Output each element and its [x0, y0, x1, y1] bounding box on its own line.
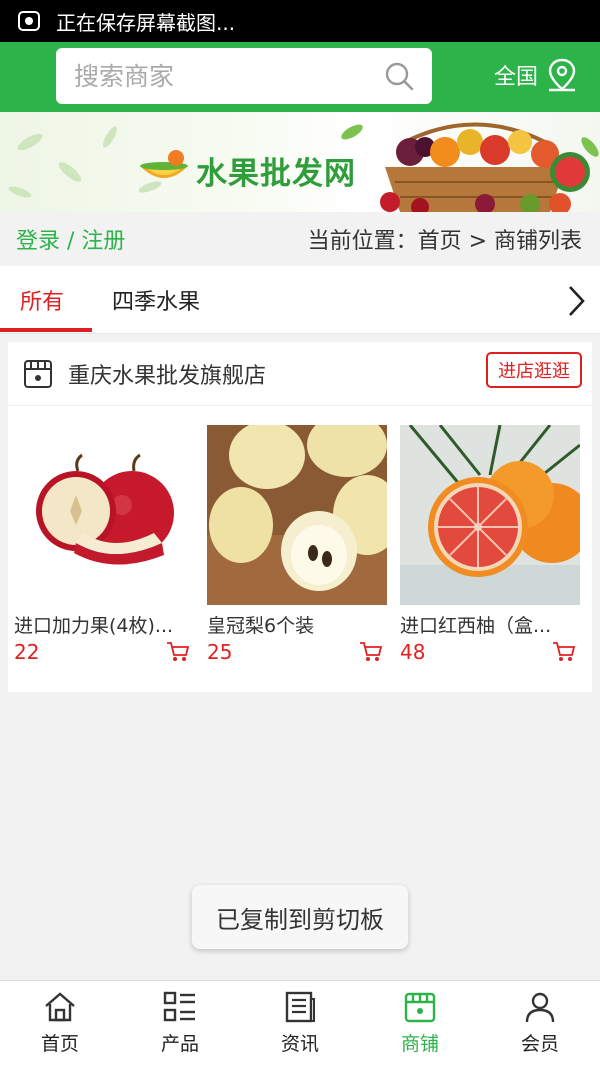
nav-member[interactable]: 会员 — [480, 981, 600, 1067]
cart-icon[interactable] — [552, 641, 576, 663]
app-header: 全国 — [0, 42, 600, 112]
shop-card: 重庆水果批发旗舰店 进店逛逛 进口加力果(4枚)... 22 皇冠梨6个装 25… — [8, 342, 592, 692]
grapefruit-image — [400, 425, 580, 605]
pear-image — [207, 425, 387, 605]
visit-shop-button[interactable]: 进店逛逛 — [486, 352, 582, 388]
product-item[interactable]: 进口红西柚（盒... 48 — [400, 425, 580, 664]
tab-all[interactable]: 所有 — [20, 284, 64, 316]
nav-home-label: 首页 — [40, 1033, 79, 1055]
region-selector[interactable]: 全国 — [494, 58, 578, 92]
product-item[interactable]: 皇冠梨6个装 25 — [207, 425, 387, 664]
news-icon — [285, 991, 315, 1023]
search-box[interactable] — [56, 48, 432, 104]
nav-products-label: 产品 — [160, 1033, 199, 1055]
fruit-basket-image — [380, 122, 590, 212]
breadcrumb-bar: 登录 / 注册 当前位置：首页 > 商铺列表 — [0, 212, 600, 266]
cart-icon[interactable] — [166, 641, 190, 663]
nav-home[interactable]: 首页 — [0, 981, 120, 1067]
product-image[interactable] — [400, 425, 580, 605]
location-pin-icon — [548, 58, 576, 92]
bottom-nav: 首页 产品 资讯 商铺 会员 — [0, 980, 600, 1067]
chevron-right-icon[interactable] — [566, 284, 586, 318]
logo-icon — [140, 150, 188, 178]
shop-header[interactable]: 重庆水果批发旗舰店 进店逛逛 — [8, 342, 592, 406]
product-name: 皇冠梨6个装 — [207, 615, 315, 637]
cart-icon[interactable] — [359, 641, 383, 663]
store-icon — [24, 359, 52, 388]
nav-news[interactable]: 资讯 — [240, 981, 360, 1067]
product-list-icon — [163, 991, 195, 1022]
status-bar: 正在保存屏幕截图... — [0, 0, 600, 42]
apple-image — [14, 425, 194, 605]
screenshot-icon — [18, 11, 40, 31]
active-tab-indicator — [0, 328, 92, 332]
shop-icon — [404, 992, 436, 1023]
product-image[interactable] — [207, 425, 387, 605]
product-name: 进口加力果(4枚)... — [14, 615, 174, 637]
search-input[interactable] — [74, 61, 364, 91]
region-label: 全国 — [494, 65, 539, 90]
user-icon — [525, 992, 555, 1023]
tab-seasonal-fruit[interactable]: 四季水果 — [112, 284, 200, 316]
breadcrumb: 当前位置：首页 > 商铺列表 — [307, 229, 582, 254]
banner[interactable]: 水果批发网 — [0, 112, 600, 212]
product-name: 进口红西柚（盒... — [400, 615, 552, 637]
nav-products[interactable]: 产品 — [120, 981, 240, 1067]
shop-name[interactable]: 重庆水果批发旗舰店 — [68, 358, 266, 390]
status-text: 正在保存屏幕截图... — [56, 10, 236, 35]
site-logo-text: 水果批发网 — [196, 156, 356, 192]
copied-toast: 已复制到剪切板 — [192, 885, 408, 949]
nav-member-label: 会员 — [520, 1033, 559, 1055]
nav-shops[interactable]: 商铺 — [360, 981, 480, 1067]
product-image[interactable] — [14, 425, 194, 605]
nav-news-label: 资讯 — [280, 1033, 319, 1055]
product-item[interactable]: 进口加力果(4枚)... 22 — [14, 425, 194, 664]
category-tabs: 所有 四季水果 — [0, 266, 600, 334]
home-icon — [45, 992, 75, 1022]
login-register-link[interactable]: 登录 / 注册 — [16, 223, 125, 255]
nav-shops-label: 商铺 — [400, 1033, 439, 1055]
search-icon[interactable] — [384, 61, 414, 91]
